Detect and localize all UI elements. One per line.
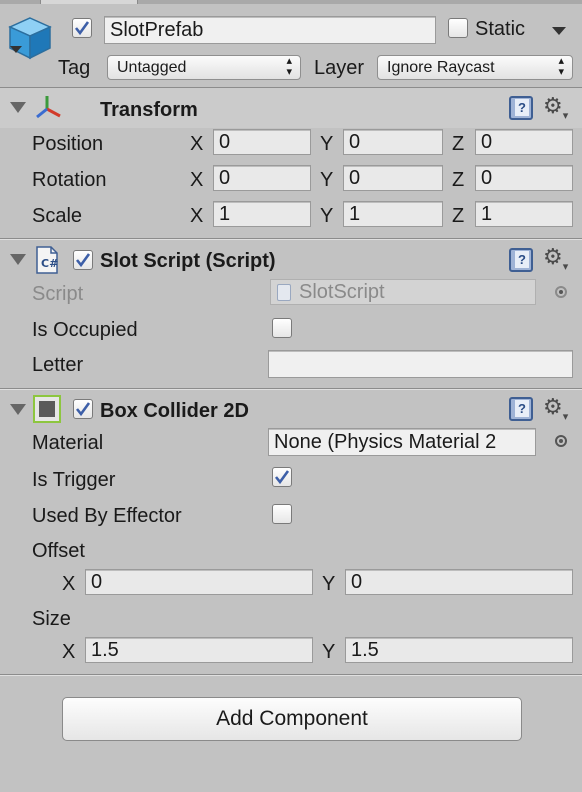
script-value: SlotScript (299, 281, 385, 303)
static-dropdown-icon[interactable] (552, 27, 566, 35)
rotation-label: Rotation (32, 169, 107, 191)
inspector-tab-strip (0, 0, 582, 4)
static-checkbox[interactable] (448, 18, 468, 38)
static-label: Static (475, 18, 526, 40)
scale-y-field[interactable]: 1 (343, 201, 443, 227)
rotation-y-field[interactable]: 0 (343, 165, 443, 191)
letter-label: Letter (32, 354, 84, 376)
component-divider-highlight (0, 675, 582, 676)
axis-y-label: Y (322, 573, 336, 595)
position-y-field[interactable]: 0 (343, 129, 443, 155)
position-label: Position (32, 133, 104, 155)
add-component-button[interactable]: Add Component (62, 697, 522, 741)
component-divider-highlight (0, 389, 582, 390)
size-label: Size (32, 608, 71, 630)
position-z-field[interactable]: 0 (475, 129, 573, 155)
axis-x-label: X (190, 133, 204, 155)
tag-dropdown[interactable]: Untagged ▴ ▾ (107, 55, 301, 80)
rotation-x-field[interactable]: 0 (213, 165, 311, 191)
is-occupied-label: Is Occupied (32, 319, 138, 341)
axis-z-label: Z (452, 205, 465, 227)
foldout-arrow-icon[interactable] (10, 404, 26, 415)
object-picker-icon[interactable] (555, 286, 567, 298)
gear-icon[interactable]: ⚙▾ (543, 396, 568, 428)
used-by-effector-label: Used By Effector (32, 505, 182, 527)
component-divider-highlight (0, 239, 582, 240)
axis-x-label: X (62, 573, 76, 595)
object-picker-icon[interactable] (555, 435, 567, 447)
svg-text:C#: C# (41, 257, 58, 270)
updown-arrows-icon: ▴ ▾ (558, 55, 564, 78)
inspector-tab[interactable] (40, 0, 138, 4)
axis-y-label: Y (320, 133, 334, 155)
letter-field[interactable] (268, 350, 573, 378)
tag-value: Untagged (117, 59, 187, 76)
object-name-field[interactable]: SlotPrefab (104, 16, 436, 44)
foldout-arrow-icon[interactable] (10, 102, 26, 113)
offset-x-field[interactable]: 0 (85, 569, 313, 595)
offset-label: Offset (32, 540, 85, 562)
transform-axes-icon (34, 94, 64, 120)
scale-label: Scale (32, 205, 83, 227)
axis-x-label: X (62, 641, 76, 663)
size-y-field[interactable]: 1.5 (345, 637, 573, 663)
prefab-dropdown-icon[interactable] (10, 46, 22, 53)
axis-y-label: Y (320, 169, 334, 191)
material-field[interactable]: None (Physics Material 2 (268, 428, 536, 456)
script-asset-icon (277, 284, 291, 301)
layer-label: Layer (314, 57, 365, 79)
is-trigger-checkbox[interactable] (272, 467, 292, 487)
material-label: Material (32, 432, 104, 454)
slot-script-enabled-checkbox[interactable] (73, 250, 93, 270)
is-occupied-checkbox[interactable] (272, 318, 292, 338)
box-collider-title: Box Collider 2D (100, 400, 249, 422)
foldout-arrow-icon[interactable] (10, 254, 26, 265)
slot-script-title: Slot Script (Script) (100, 250, 276, 272)
tag-label: Tag (58, 57, 91, 79)
offset-y-field[interactable]: 0 (345, 569, 573, 595)
position-x-field[interactable]: 0 (213, 129, 311, 155)
help-icon[interactable] (509, 397, 533, 421)
scale-z-field[interactable]: 1 (475, 201, 573, 227)
axis-x-label: X (190, 205, 204, 227)
transform-title: Transform (100, 99, 198, 121)
layer-dropdown[interactable]: Ignore Raycast ▴ ▾ (377, 55, 573, 80)
help-icon[interactable] (509, 96, 533, 120)
axis-z-label: Z (452, 133, 465, 155)
help-icon[interactable] (509, 248, 533, 272)
box-collider-icon (33, 395, 61, 423)
is-trigger-label: Is Trigger (32, 469, 116, 491)
active-checkbox[interactable] (72, 18, 92, 38)
box-collider-enabled-checkbox[interactable] (73, 399, 93, 419)
size-x-field[interactable]: 1.5 (85, 637, 313, 663)
gear-icon[interactable]: ⚙▾ (543, 95, 568, 127)
script-label: Script (32, 283, 84, 305)
axis-x-label: X (190, 169, 204, 191)
rotation-z-field[interactable]: 0 (475, 165, 573, 191)
layer-value: Ignore Raycast (387, 59, 495, 76)
axis-z-label: Z (452, 169, 465, 191)
axis-y-label: Y (320, 205, 334, 227)
script-reference-field: SlotScript (270, 279, 536, 305)
gear-icon[interactable]: ⚙▾ (543, 246, 568, 278)
scale-x-field[interactable]: 1 (213, 201, 311, 227)
gameobject-icon (6, 14, 54, 62)
script-file-icon: C# (34, 246, 60, 274)
used-by-effector-checkbox[interactable] (272, 504, 292, 524)
transform-header[interactable] (0, 88, 582, 128)
axis-y-label: Y (322, 641, 336, 663)
updown-arrows-icon: ▴ ▾ (286, 55, 292, 78)
